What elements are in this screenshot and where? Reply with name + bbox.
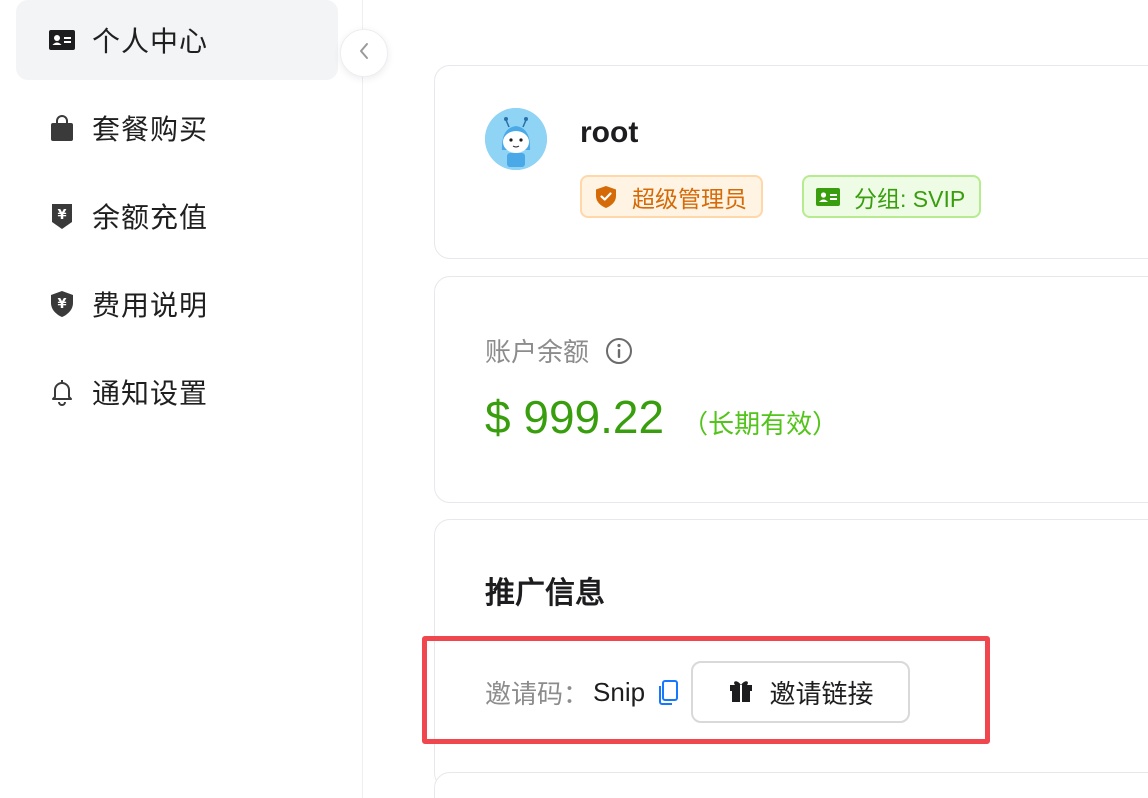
group-badge-label: 分组: SVIP (854, 185, 966, 212)
highlight-annotation (422, 636, 990, 744)
profile-card: root 超级管理员 分组: SVIP (434, 65, 1148, 259)
balance-amount: $ 999.22 (485, 391, 665, 443)
chevron-left-icon (357, 41, 371, 66)
sidebar-item-label: 费用说明 (92, 290, 209, 321)
sidebar-item-pricing[interactable]: ¥ 费用说明 (16, 264, 338, 344)
shopping-bag-icon (48, 114, 76, 142)
sidebar-item-label: 通知设置 (92, 378, 209, 409)
svg-text:¥: ¥ (57, 208, 66, 223)
avatar[interactable] (485, 108, 547, 170)
group-badge: 分组: SVIP (802, 175, 982, 218)
balance-label: 账户余额 (485, 337, 590, 367)
next-card (434, 772, 1148, 798)
balance-amount-row: $ 999.22 （长期有效） (485, 390, 838, 444)
sidebar-item-label: 套餐购买 (92, 114, 209, 145)
sidebar-item-plans[interactable]: 套餐购买 (16, 88, 338, 168)
id-card-icon (48, 26, 76, 54)
sidebar-item-recharge[interactable]: ¥ 余额充值 (16, 176, 338, 256)
balance-card: 账户余额 $ 999.22 （长期有效） (434, 276, 1148, 503)
username: root (580, 116, 639, 149)
balance-label-row: 账户余额 (485, 332, 633, 369)
svg-text:¥: ¥ (57, 297, 66, 312)
role-badge-label: 超级管理员 (632, 185, 747, 212)
id-card-icon (816, 185, 840, 209)
sidebar-collapse-button[interactable] (340, 29, 388, 77)
yen-shield-icon: ¥ (48, 290, 76, 318)
info-icon[interactable] (605, 337, 633, 365)
role-badge: 超级管理员 (580, 175, 763, 218)
promotion-title: 推广信息 (485, 577, 605, 610)
sidebar-item-profile[interactable]: 个人中心 (16, 0, 338, 80)
sidebar-item-notifications[interactable]: 通知设置 (16, 352, 338, 432)
yen-badge-icon: ¥ (48, 202, 76, 230)
sidebar-item-label: 个人中心 (92, 26, 209, 57)
app-root: 个人中心 套餐购买 ¥ 余额充值 ¥ 费用说明 通知设置 root 超级管理员 … (0, 0, 1148, 798)
balance-validity-note: （长期有效） (682, 409, 839, 439)
shield-check-icon (594, 185, 618, 209)
bell-icon (48, 378, 76, 406)
sidebar-item-label: 余额充值 (92, 202, 209, 233)
sidebar: 个人中心 套餐购买 ¥ 余额充值 ¥ 费用说明 通知设置 (0, 0, 363, 798)
